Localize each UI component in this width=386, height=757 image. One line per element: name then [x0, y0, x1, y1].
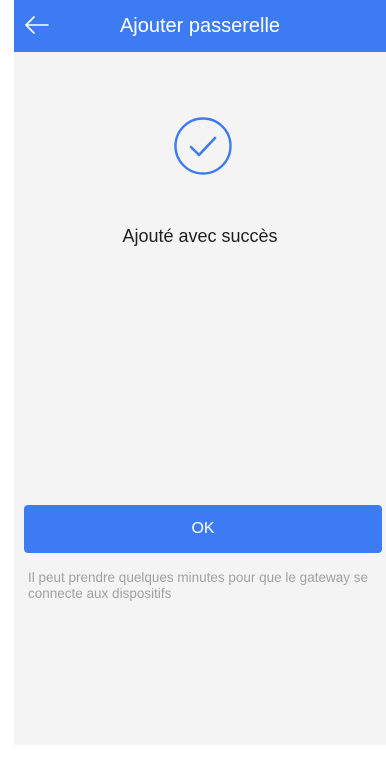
- success-message: Ajouté avec succès: [122, 226, 278, 246]
- header-bar: Ajouter passerelle: [14, 0, 386, 52]
- ok-button[interactable]: OK: [24, 505, 382, 553]
- app-screen: Ajouter passerelle Ajouté avec succès OK…: [14, 0, 386, 745]
- check-circle-icon: [174, 117, 232, 175]
- page-title: Ajouter passerelle: [119, 15, 281, 37]
- info-note: Il peut prendre quelques minutes pour qu…: [28, 570, 368, 601]
